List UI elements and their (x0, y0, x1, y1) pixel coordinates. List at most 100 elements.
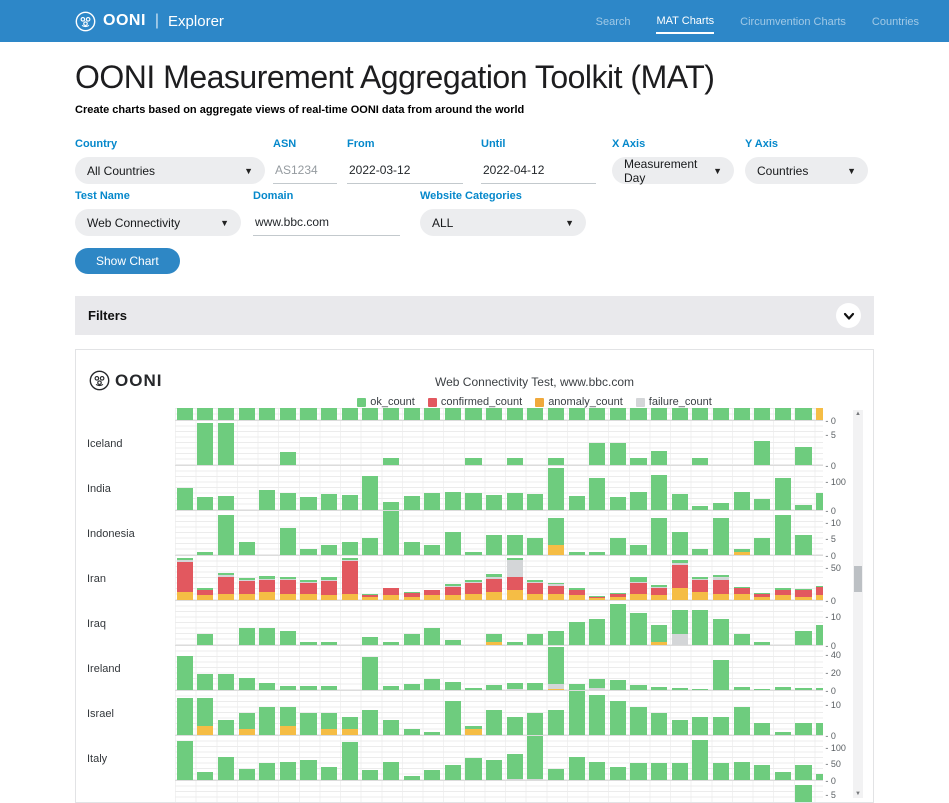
failure-bar-segment[interactable] (672, 563, 688, 564)
ok-bar-segment[interactable] (734, 687, 750, 691)
anomaly-bar-segment[interactable] (239, 729, 255, 735)
facet-plot-area[interactable] (175, 421, 824, 466)
failure-bar-segment[interactable] (692, 579, 708, 580)
failure-bar-segment[interactable] (548, 584, 564, 585)
failure-bar-segment[interactable] (218, 575, 234, 576)
ok-bar-segment[interactable] (651, 687, 667, 691)
ok-bar-segment[interactable] (465, 726, 481, 729)
ok-bar-segment[interactable] (610, 767, 626, 781)
ok-bar-segment[interactable] (486, 685, 502, 691)
anomaly-bar-segment[interactable] (816, 408, 823, 420)
ok-bar-segment[interactable] (321, 713, 337, 729)
asn-input[interactable] (273, 157, 337, 184)
ok-bar-segment[interactable] (548, 631, 564, 646)
ok-bar-segment[interactable] (630, 545, 646, 555)
ok-bar-segment[interactable] (630, 613, 646, 645)
ok-bar-segment[interactable] (300, 497, 316, 510)
ok-bar-segment[interactable] (589, 443, 605, 466)
failure-bar-segment[interactable] (713, 577, 729, 580)
ok-bar-segment[interactable] (713, 660, 729, 690)
anomaly-bar-segment[interactable] (465, 729, 481, 735)
ok-bar-segment[interactable] (754, 765, 770, 780)
ok-bar-segment[interactable] (630, 707, 646, 735)
confirmed-bar-segment[interactable] (672, 565, 688, 589)
ok-bar-segment[interactable] (445, 408, 461, 420)
ok-bar-segment[interactable] (754, 723, 770, 736)
ok-bar-segment[interactable] (280, 707, 296, 726)
failure-bar-segment[interactable] (300, 582, 316, 583)
ok-bar-segment[interactable] (507, 754, 523, 779)
anomaly-bar-segment[interactable] (177, 592, 193, 600)
anomaly-bar-segment[interactable] (507, 590, 523, 600)
confirmed-bar-segment[interactable] (713, 580, 729, 594)
ok-bar-segment[interactable] (300, 580, 316, 582)
ok-bar-segment[interactable] (775, 732, 791, 735)
ok-bar-segment[interactable] (300, 713, 316, 735)
ok-bar-segment[interactable] (177, 698, 193, 736)
ok-bar-segment[interactable] (775, 588, 791, 589)
anomaly-bar-segment[interactable] (239, 594, 255, 601)
ok-bar-segment[interactable] (177, 656, 193, 691)
ok-bar-segment[interactable] (239, 578, 255, 580)
ok-bar-segment[interactable] (734, 549, 750, 552)
ok-bar-segment[interactable] (424, 770, 440, 780)
ok-bar-segment[interactable] (465, 688, 481, 691)
anomaly-bar-segment[interactable] (589, 598, 605, 600)
anomaly-bar-segment[interactable] (651, 595, 667, 600)
ok-bar-segment[interactable] (404, 496, 420, 511)
ok-bar-segment[interactable] (548, 518, 564, 545)
ok-bar-segment[interactable] (404, 542, 420, 556)
ok-bar-segment[interactable] (569, 622, 585, 645)
chart-scroll-area[interactable]: - 0Iceland- 5- 0India- 100- 0Indonesia- … (76, 408, 849, 802)
anomaly-bar-segment[interactable] (383, 595, 399, 600)
ok-bar-segment[interactable] (548, 583, 564, 584)
ok-bar-segment[interactable] (177, 408, 193, 420)
anomaly-bar-segment[interactable] (321, 729, 337, 735)
ok-bar-segment[interactable] (259, 763, 275, 780)
anomaly-bar-segment[interactable] (775, 595, 791, 600)
ok-bar-segment[interactable] (795, 631, 811, 646)
ok-bar-segment[interactable] (197, 698, 213, 726)
website-categories-select[interactable]: ALL ▼ (420, 209, 586, 236)
ok-bar-segment[interactable] (672, 688, 688, 691)
ok-bar-segment[interactable] (321, 642, 337, 645)
ok-bar-segment[interactable] (197, 772, 213, 780)
ok-bar-segment[interactable] (672, 494, 688, 510)
ok-bar-segment[interactable] (692, 549, 708, 556)
confirmed-bar-segment[interactable] (239, 581, 255, 593)
failure-bar-segment[interactable] (672, 634, 688, 646)
ok-bar-segment[interactable] (527, 683, 543, 690)
failure-bar-segment[interactable] (527, 779, 543, 781)
ok-bar-segment[interactable] (754, 689, 770, 690)
ok-bar-segment[interactable] (754, 499, 770, 510)
anomaly-bar-segment[interactable] (692, 592, 708, 600)
ok-bar-segment[interactable] (692, 577, 708, 579)
ok-bar-segment[interactable] (218, 423, 234, 466)
ok-bar-segment[interactable] (630, 763, 646, 780)
y-axis-select[interactable]: Countries ▼ (745, 157, 868, 184)
failure-bar-segment[interactable] (239, 580, 255, 581)
filters-section-header[interactable]: Filters (75, 296, 874, 335)
ok-bar-segment[interactable] (754, 538, 770, 555)
ok-bar-segment[interactable] (280, 528, 296, 555)
ok-bar-segment[interactable] (651, 408, 667, 420)
anomaly-bar-segment[interactable] (713, 594, 729, 601)
ok-bar-segment[interactable] (300, 686, 316, 691)
ok-bar-segment[interactable] (239, 769, 255, 781)
ok-bar-segment[interactable] (775, 515, 791, 556)
ok-bar-segment[interactable] (672, 763, 688, 780)
legend-item-anomaly[interactable]: anomaly_count (535, 396, 623, 408)
ok-bar-segment[interactable] (259, 408, 275, 420)
ok-bar-segment[interactable] (775, 772, 791, 780)
ok-bar-segment[interactable] (548, 458, 564, 465)
ok-bar-segment[interactable] (589, 619, 605, 645)
ok-bar-segment[interactable] (589, 679, 605, 687)
ok-bar-segment[interactable] (218, 496, 234, 511)
anomaly-bar-segment[interactable] (548, 594, 564, 601)
country-select[interactable]: All Countries ▼ (75, 157, 265, 184)
ok-bar-segment[interactable] (362, 770, 378, 780)
ok-bar-segment[interactable] (816, 493, 823, 510)
failure-bar-segment[interactable] (527, 582, 543, 583)
confirmed-bar-segment[interactable] (651, 588, 667, 595)
ok-bar-segment[interactable] (507, 535, 523, 555)
